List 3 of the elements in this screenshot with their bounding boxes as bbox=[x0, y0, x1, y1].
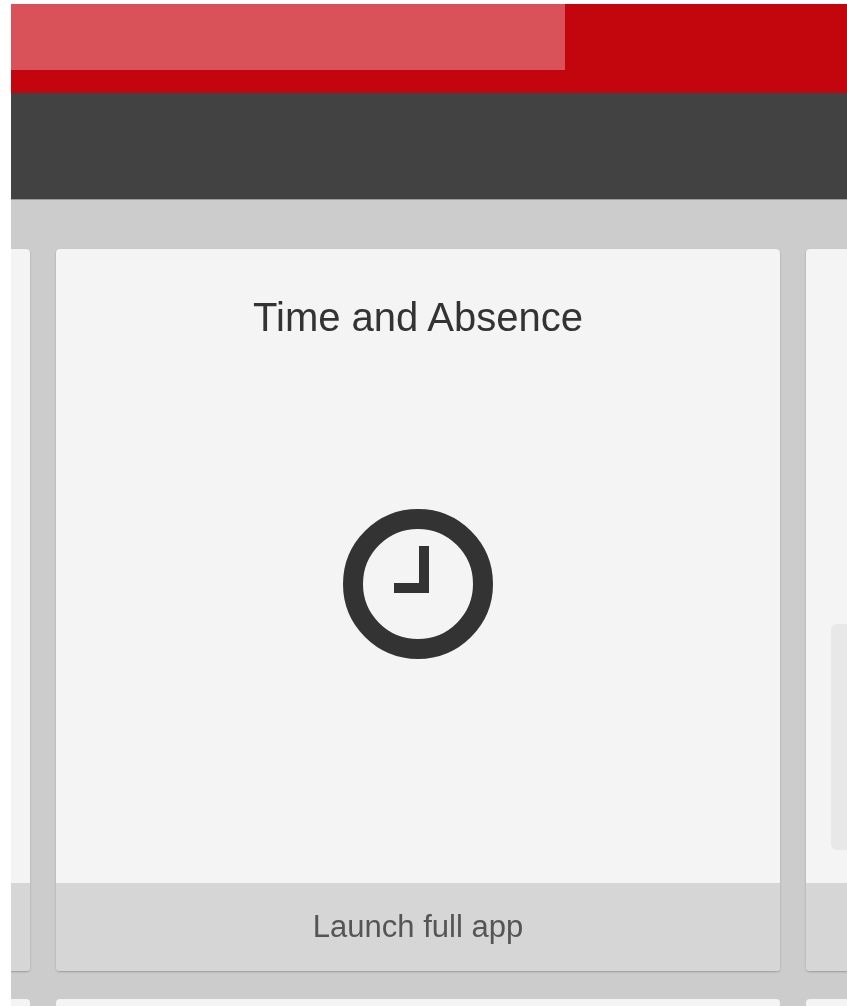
tile-title: Time and Absence bbox=[253, 294, 583, 341]
launch-app-link[interactable]: Launch full app bbox=[56, 883, 780, 971]
clock-icon bbox=[342, 508, 494, 660]
